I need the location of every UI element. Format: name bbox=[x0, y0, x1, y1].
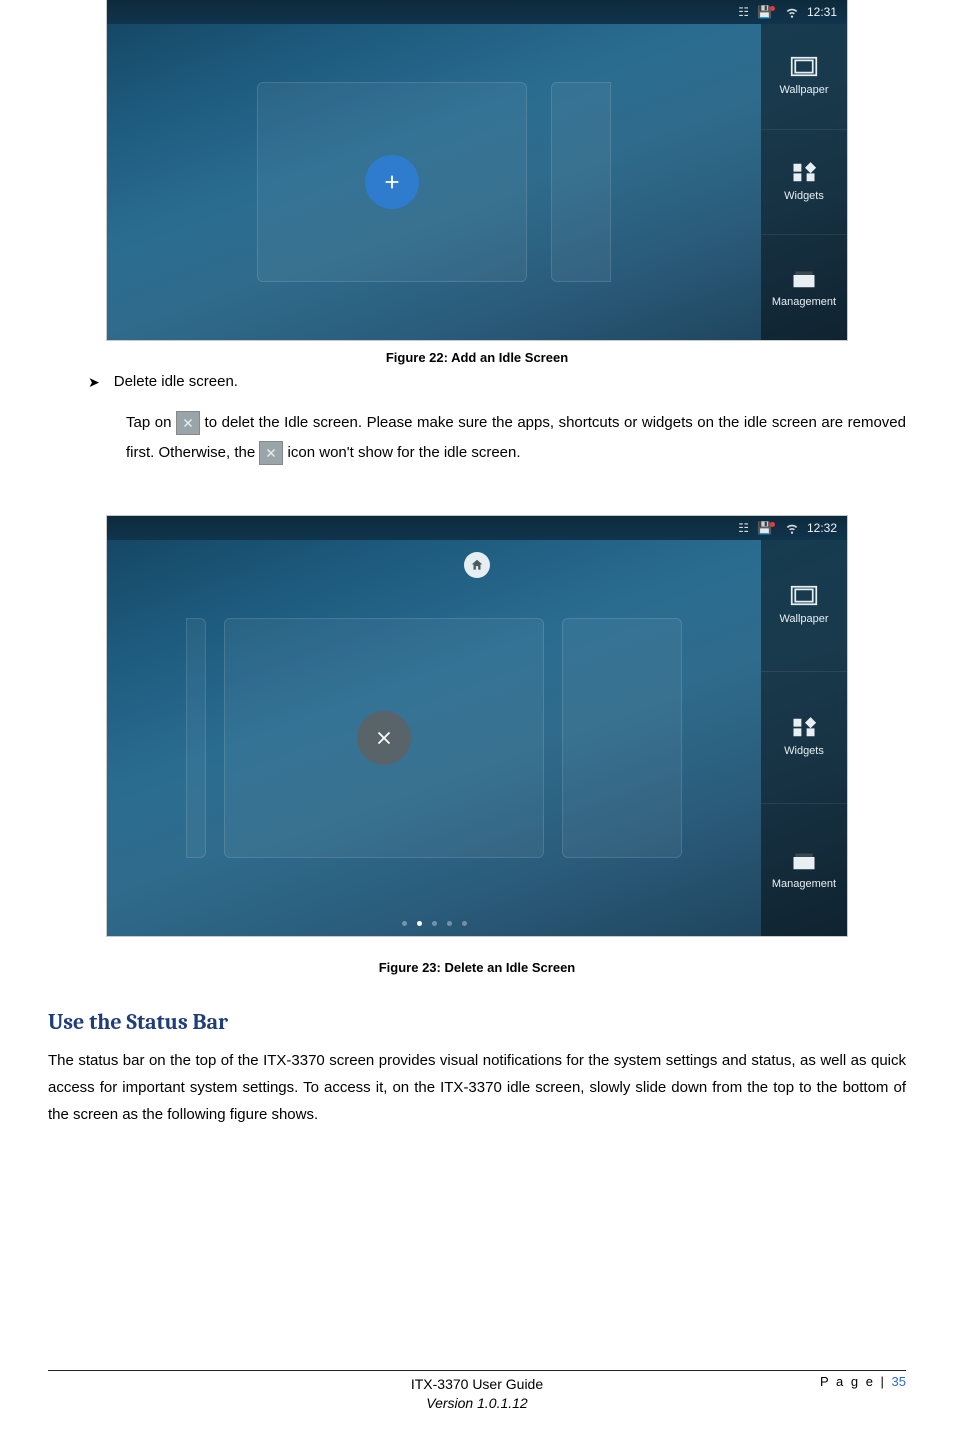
side-item-label: Widgets bbox=[784, 745, 824, 757]
side-item-widgets[interactable]: Widgets bbox=[761, 671, 847, 803]
side-item-label: Widgets bbox=[784, 190, 824, 202]
management-icon bbox=[790, 850, 818, 872]
status-bar: ☷ 💾 12:31 bbox=[107, 0, 847, 24]
wifi-icon bbox=[785, 521, 799, 535]
delete-instruction-paragraph: Tap on to delet the Idle screen. Please … bbox=[126, 408, 906, 468]
pager-dot-active bbox=[417, 921, 422, 926]
figure22-screenshot: ☷ 💾 12:31 Wallpaper bbox=[107, 0, 847, 340]
notification-icon: 💾 bbox=[757, 521, 777, 535]
status-bar: ☷ 💾 12:32 bbox=[107, 516, 847, 540]
pager bbox=[107, 921, 761, 926]
footer-guide: ITX-3370 User Guide bbox=[48, 1375, 906, 1395]
side-item-wallpaper[interactable]: Wallpaper bbox=[761, 540, 847, 671]
management-icon bbox=[790, 268, 818, 290]
side-item-label: Wallpaper bbox=[779, 84, 828, 96]
figure23-caption: Figure 23: Delete an Idle Screen bbox=[48, 960, 906, 975]
picture-icon: ☷ bbox=[738, 5, 749, 19]
page-label-text: P a g e | bbox=[820, 1374, 892, 1389]
para-text-c: icon won't show for the idle screen. bbox=[288, 444, 521, 461]
footer-rule bbox=[48, 1370, 906, 1371]
picture-icon: ☷ bbox=[738, 521, 749, 535]
delete-screen-button[interactable] bbox=[357, 711, 411, 765]
wifi-icon bbox=[785, 5, 799, 19]
section-heading: Use the Status Bar bbox=[48, 1009, 906, 1035]
pager-dot bbox=[432, 921, 437, 926]
page-number-value: 35 bbox=[892, 1374, 906, 1389]
screen-panes bbox=[107, 540, 761, 936]
notification-icon: 💾 bbox=[757, 5, 777, 19]
pager-dot bbox=[462, 921, 467, 926]
section-paragraph: The status bar on the top of the ITX-337… bbox=[48, 1047, 906, 1128]
side-item-management[interactable]: Management bbox=[761, 803, 847, 935]
side-panel: Wallpaper Widgets Management bbox=[761, 540, 847, 936]
status-time: 12:32 bbox=[807, 521, 837, 535]
wallpaper-icon bbox=[790, 56, 818, 78]
bullet-item: ➤ Delete idle screen. bbox=[88, 371, 906, 394]
side-item-management[interactable]: Management bbox=[761, 234, 847, 340]
delete-icon-inline bbox=[176, 411, 200, 435]
screen-panes bbox=[107, 24, 761, 340]
widgets-icon bbox=[790, 162, 818, 184]
widgets-icon bbox=[790, 717, 818, 739]
figure22-caption: Figure 22: Add an Idle Screen bbox=[48, 350, 906, 365]
pager-dot bbox=[447, 921, 452, 926]
prev-pane-preview bbox=[186, 618, 206, 858]
next-pane-preview bbox=[562, 618, 682, 858]
side-item-wallpaper[interactable]: Wallpaper bbox=[761, 24, 847, 129]
status-time: 12:31 bbox=[807, 5, 837, 19]
side-item-label: Management bbox=[772, 296, 836, 308]
bullet-text: Delete idle screen. bbox=[114, 371, 238, 394]
next-pane-preview bbox=[551, 82, 611, 282]
side-item-label: Management bbox=[772, 878, 836, 890]
bullet-arrow-icon: ➤ bbox=[88, 371, 100, 394]
current-screen-pane[interactable] bbox=[224, 618, 544, 858]
figure23-screenshot: ☷ 💾 12:32 bbox=[107, 516, 847, 936]
side-item-label: Wallpaper bbox=[779, 613, 828, 625]
add-screen-pane[interactable] bbox=[257, 82, 527, 282]
add-screen-button[interactable] bbox=[365, 155, 419, 209]
wallpaper-icon bbox=[790, 585, 818, 607]
side-item-widgets[interactable]: Widgets bbox=[761, 129, 847, 235]
delete-icon-inline-2 bbox=[259, 441, 283, 465]
pager-dot bbox=[402, 921, 407, 926]
side-panel: Wallpaper Widgets Management bbox=[761, 24, 847, 340]
footer-version: Version 1.0.1.12 bbox=[48, 1394, 906, 1414]
para-text-a: Tap on bbox=[126, 414, 176, 431]
page-footer: P a g e | 35 ITX-3370 User Guide Version… bbox=[48, 1370, 906, 1414]
